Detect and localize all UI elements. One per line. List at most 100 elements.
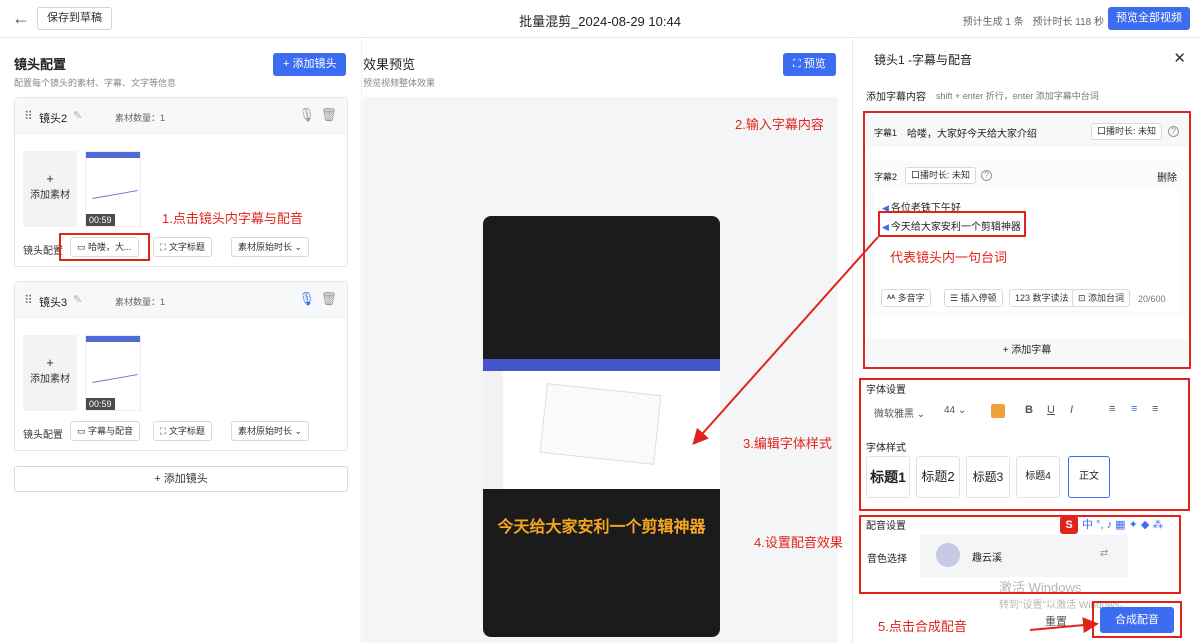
annotation-step-4: 4.设置配音效果 — [754, 535, 843, 550]
frame-sidebar — [483, 371, 503, 489]
thumb-header — [86, 152, 140, 158]
thumb-header — [86, 336, 140, 342]
char-count: 20/600 — [1138, 294, 1166, 304]
dialogue-line-2[interactable]: ◀ 今天给大家安利一个剪辑神器 — [882, 218, 1021, 233]
estimate-stats: 预计生成 1 条 预计时长 118 秒 — [957, 13, 1104, 28]
plus-icon: + — [46, 171, 54, 186]
estimate-duration: 预计时长 118 秒 — [1032, 17, 1105, 28]
material-thumbnail[interactable]: 00:59 — [85, 151, 141, 227]
add-material-button[interactable]: + 添加素材 — [23, 335, 77, 411]
shot-card-3: ⠿ 镜头3 ✎ 素材数量：1 🎙 🗑 + 添加素材 00:59 镜头配置 ▭ 字… — [14, 281, 348, 451]
polyphone-label: 多音字 — [897, 293, 925, 303]
trash-icon[interactable]: 🗑 — [320, 291, 337, 307]
scan-icon: ⛶ — [793, 58, 804, 70]
align-right-icon[interactable]: ≡ — [1152, 403, 1158, 415]
shot-name: 镜头3 — [39, 297, 68, 309]
align-left-icon[interactable]: ≡ — [1109, 403, 1115, 415]
number-reading-button[interactable]: 123 数字读法 — [1009, 289, 1075, 307]
style-heading-1[interactable]: 标题1 — [866, 456, 910, 498]
subtitle-chip-label: 哈喽，大... — [88, 242, 132, 252]
subtitle-1-text: 哈喽，大家好今天给大家介绍 — [907, 129, 1037, 140]
video-preview[interactable]: 今天给大家安利一个剪辑神器 — [483, 216, 720, 637]
add-shot-bottom-button[interactable]: + 添加镜头 — [14, 466, 348, 492]
style-heading-4[interactable]: 标题4 — [1016, 456, 1060, 498]
bold-icon[interactable]: B — [1025, 404, 1033, 416]
font-size-select[interactable]: 44 ⌄ — [944, 405, 966, 416]
voice-selector[interactable]: 趣云溪 ⇄ — [920, 535, 1128, 577]
insert-pause-button[interactable]: ☰ 插入停顿 — [944, 289, 1003, 307]
switch-icon[interactable]: ⇄ — [1100, 548, 1108, 559]
text-title-chip[interactable]: ⛶ 文字标题 — [153, 421, 212, 441]
number-reading-label: 数字读法 — [1032, 293, 1069, 303]
subtitle-icon: ▭ — [77, 242, 89, 252]
polyphone-button[interactable]: ᴬᴬ 多音字 — [881, 289, 931, 307]
font-color-picker[interactable] — [991, 404, 1005, 418]
add-line-label: 添加台词 — [1088, 293, 1125, 303]
top-bar: ← 保存到草稿 批量混剪_2024-08-29 10:44 预计生成 1 条 预… — [0, 0, 1200, 38]
annotation-step-2: 2.输入字幕内容 — [735, 117, 824, 132]
subtitle-2-label: 字幕2 — [874, 172, 898, 182]
font-style-label: 字体样式 — [866, 443, 906, 454]
dialogue-line-text: 各位老铁下午好 — [890, 203, 961, 214]
preview-stage: 今天给大家安利一个剪辑神器 — [363, 97, 838, 643]
add-line-button[interactable]: ⊡ 添加台词 — [1072, 289, 1131, 307]
subtitle-2-block: 字幕2 口播时长: 未知 ? 删除 ◀ 各位老铁下午好 ◀ 今天给大家安利一个剪辑神… — [866, 161, 1188, 317]
font-size-value: 44 — [944, 405, 956, 416]
add-shot-button[interactable]: + 添加镜头 — [273, 53, 347, 76]
subtitle-chip-label: 字幕与配音 — [88, 426, 134, 436]
text-title-chip[interactable]: ⛶ 文字标题 — [153, 237, 212, 257]
voice-settings-label: 配音设置 — [866, 521, 906, 532]
shot-config-panel: 镜头配置 配置每个镜头的素材、字幕、文字等信息 + 添加镜头 ⠿ 镜头2 ✎ 素… — [0, 39, 362, 643]
shot-card-2: ⠿ 镜头2 ✎ 素材数量：1 🎙 🗑 + 添加素材 00:59 镜头配置 ▭ 哈… — [14, 97, 348, 267]
preview-all-button[interactable]: 预览全部视频 — [1108, 7, 1190, 30]
duration-select-label: 素材原始时长 — [238, 426, 293, 436]
subtitle-dubbing-chip[interactable]: ▭ 字幕与配音 — [70, 421, 141, 441]
underline-icon[interactable]: U — [1047, 404, 1055, 416]
help-icon[interactable]: ? — [1168, 126, 1179, 137]
preview-subtitle: 预览视频整体效果 — [363, 78, 436, 88]
add-line-icon: ⊡ — [1078, 293, 1089, 303]
add-subtitle-hint: shift + enter 折行，enter 添加字幕中台词 — [936, 91, 1099, 101]
font-family-select[interactable]: 微软雅黑 ⌄ — [874, 405, 925, 420]
preview-title: 效果预览 — [363, 57, 416, 72]
ime-toolbar[interactable]: S 中 °, ♪ ▦ ✦ ◆ ⁂ — [1060, 516, 1163, 534]
style-body[interactable]: 正文 — [1068, 456, 1110, 498]
dialogue-line-1[interactable]: ◀ 各位老铁下午好 — [882, 199, 961, 214]
drag-handle-icon[interactable]: ⠿ — [24, 293, 33, 307]
italic-icon[interactable]: I — [1070, 404, 1073, 416]
align-center-icon[interactable]: ≡ — [1131, 403, 1137, 415]
close-icon[interactable]: ✕ — [1173, 49, 1186, 67]
add-material-button[interactable]: + 添加素材 — [23, 151, 77, 227]
voice-select-label: 音色选择 — [867, 554, 907, 565]
duration-select[interactable]: 素材原始时长 ⌄ — [231, 421, 310, 441]
text-icon: ⛶ — [160, 426, 169, 436]
drag-handle-icon[interactable]: ⠿ — [24, 109, 33, 123]
edit-icon[interactable]: ✎ — [73, 109, 82, 122]
material-duration: 00:59 — [86, 214, 115, 226]
microphone-icon[interactable]: 🎙 — [298, 291, 315, 307]
add-subtitle-label: 添加字幕内容 — [866, 92, 926, 103]
delete-subtitle-button[interactable]: 删除 — [1157, 169, 1177, 184]
add-material-label: 添加素材 — [30, 374, 70, 385]
preview-button[interactable]: ⛶ 预览 — [783, 53, 836, 76]
style-heading-2[interactable]: 标题2 — [916, 456, 960, 498]
shot-config-subtitle: 配置每个镜头的素材、字幕、文字等信息 — [14, 78, 177, 88]
voice-avatar — [936, 543, 960, 567]
microphone-icon[interactable]: 🎙 — [298, 107, 315, 123]
pause-icon: ☰ — [950, 293, 961, 303]
duration-select[interactable]: 素材原始时长 ⌄ — [231, 237, 310, 257]
video-frame — [483, 359, 720, 489]
annotation-step-1: 1.点击镜头内字幕与配音 — [162, 211, 303, 226]
material-thumbnail[interactable]: 00:59 — [85, 335, 141, 411]
reset-button[interactable]: 重置 — [1045, 613, 1067, 629]
trash-icon[interactable]: 🗑 — [320, 107, 337, 123]
add-subtitle-button[interactable]: + 添加字幕 — [866, 339, 1188, 363]
synthesize-dubbing-button[interactable]: 合成配音 — [1100, 607, 1174, 633]
video-subtitle: 今天给大家安利一个剪辑神器 — [497, 519, 706, 536]
edit-icon[interactable]: ✎ — [73, 293, 82, 306]
polyphone-icon: ᴬᴬ — [887, 293, 898, 303]
help-icon[interactable]: ? — [981, 170, 992, 181]
subtitle-dubbing-chip[interactable]: ▭ 哈喽，大... — [70, 237, 139, 257]
subtitle-1-row[interactable]: 字幕1 哈喽，大家好今天给大家介绍 口播时长: 未知 ? — [866, 117, 1188, 147]
style-heading-3[interactable]: 标题3 — [966, 456, 1010, 498]
